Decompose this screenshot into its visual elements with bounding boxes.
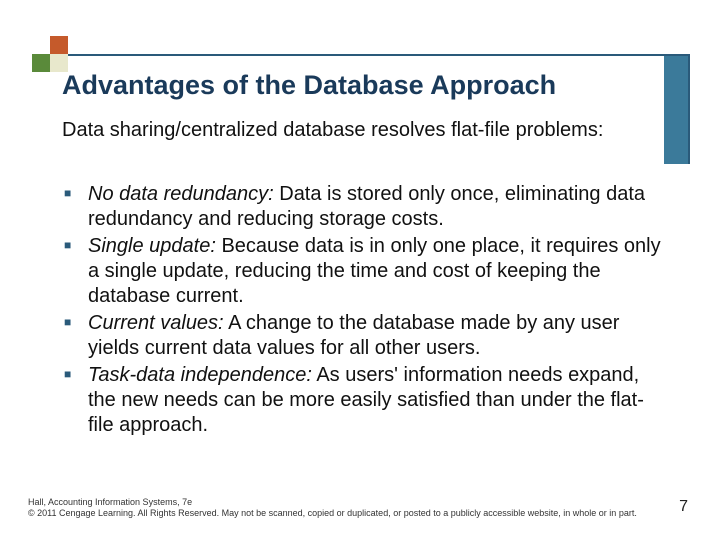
- list-item: No data redundancy: Data is stored only …: [62, 182, 664, 232]
- page-number: 7: [679, 498, 688, 516]
- bullet-term: Current values:: [88, 312, 224, 334]
- side-rule: [688, 54, 690, 164]
- list-item: Current values: A change to the database…: [62, 311, 664, 361]
- slide-title: Advantages of the Database Approach: [62, 70, 556, 101]
- list-item: Task-data independence: As users' inform…: [62, 363, 664, 438]
- footer-line1: Hall, Accounting Information Systems, 7e: [28, 497, 660, 509]
- top-rule: [68, 54, 690, 56]
- bullet-term: No data redundancy:: [88, 183, 274, 205]
- bullet-term: Task-data independence:: [88, 364, 312, 386]
- bullet-term: Single update:: [88, 235, 216, 257]
- corner-decoration: [32, 36, 68, 72]
- footer: Hall, Accounting Information Systems, 7e…: [28, 497, 660, 520]
- side-accent: [664, 56, 688, 164]
- list-item: Single update: Because data is in only o…: [62, 234, 664, 309]
- bullet-list: No data redundancy: Data is stored only …: [62, 182, 664, 440]
- intro-text: Data sharing/centralized database resolv…: [62, 118, 640, 143]
- footer-line2: © 2011 Cengage Learning. All Rights Rese…: [28, 508, 660, 520]
